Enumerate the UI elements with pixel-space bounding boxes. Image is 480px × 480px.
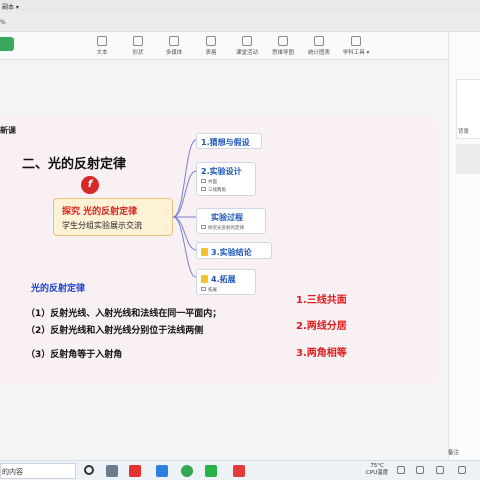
notes-label[interactable]: 备注: [448, 448, 459, 456]
tray-icon[interactable]: [458, 466, 466, 474]
insert-button[interactable]: [0, 37, 14, 51]
toolbar-label: 统计图表: [307, 50, 330, 56]
connector-5: [172, 216, 197, 278]
toolbar-shape-button[interactable]: 形状: [118, 36, 158, 56]
background-swatch[interactable]: [456, 144, 480, 174]
subject-tools-icon: [351, 36, 361, 46]
mindmap-center-node[interactable]: 探究 光的反射定律 学生分组实验展示交流: [53, 198, 173, 236]
mindmap-node-hypothesis[interactable]: 1.猜想与假设: [196, 133, 262, 149]
tray-icon[interactable]: [397, 466, 405, 474]
toolbar-label: 思维导图: [271, 50, 294, 56]
table-icon: [206, 36, 216, 46]
node-title: 2.实验设计: [201, 167, 242, 176]
toolbar-label: 表格: [205, 50, 217, 56]
slide[interactable]: 新课 二、光的反射定律 f 探究 光的反射定律 学生分组实验展示交流 1.猜想与…: [0, 117, 440, 385]
chart-icon: [314, 36, 324, 46]
node-sub-item: 拓展: [201, 287, 255, 293]
connector-1: [172, 139, 197, 218]
node-sub-item: 探究光反射的定律: [201, 225, 265, 231]
right-properties-panel: 背景: [448, 32, 480, 460]
media-icon: [169, 36, 179, 46]
document-icon: [201, 248, 208, 256]
summary-line-1: 1.三线共面: [296, 295, 347, 306]
editor-canvas: 新课 二、光的反射定律 f 探究 光的反射定律 学生分组实验展示交流 1.猜想与…: [0, 60, 448, 460]
mindmap-node-conclusion[interactable]: 3.实验结论: [196, 242, 272, 259]
link-icon: [201, 179, 206, 183]
summary-line-3: 3.两角相等: [296, 348, 347, 359]
recorder-icon[interactable]: [233, 465, 245, 477]
mindmap-icon: [278, 36, 288, 46]
ribbon-toolbar: 文本 形状 多媒体 表格 课堂活动 思维导图 统计图表 学科工具 ▾: [0, 32, 448, 60]
node-sub-text: 三线两角: [208, 188, 226, 193]
wechat-icon[interactable]: [205, 465, 217, 477]
node-title: 1.猜想与假设: [201, 138, 250, 147]
mindmap-node-process[interactable]: 实验过程 探究光反射的定律: [196, 208, 266, 234]
law-line-2: （2）反射光线和入射光线分别位于法线两侧: [26, 326, 204, 336]
node-sub-text: 共面: [208, 180, 217, 185]
shape-icon: [133, 36, 143, 46]
link-icon: [201, 187, 206, 191]
toolbar-subject-tools-button[interactable]: 学科工具 ▾: [336, 36, 376, 56]
toolbar-label: 课堂活动: [235, 50, 258, 56]
cpu-temp-widget[interactable]: 75°C CPU温度: [363, 463, 391, 477]
task-view-icon[interactable]: [84, 465, 94, 475]
center-node-title: 探究 光的反射定律: [62, 207, 138, 217]
document-icon: [201, 275, 208, 283]
toolbar-media-button[interactable]: 多媒体: [154, 36, 194, 56]
node-sub-item: 三线两角: [201, 187, 255, 193]
wps-icon[interactable]: [129, 465, 141, 477]
text-icon: [97, 36, 107, 46]
window-title[interactable]: 副本 ▾: [2, 2, 19, 11]
section-title: 新课: [0, 126, 16, 135]
link-icon: [201, 225, 206, 229]
browser-icon[interactable]: [181, 465, 193, 477]
tab-bar: %: [0, 14, 480, 32]
law-line-1: （1）反射光线、入射光线和法线在同一平面内；: [26, 309, 222, 319]
taskbar-app-icon[interactable]: [106, 465, 118, 477]
node-title: 3.实验结论: [211, 248, 252, 257]
node-title-row: 3.实验结论: [201, 247, 271, 258]
taskbar-search-input[interactable]: 的内容: [0, 463, 76, 479]
summary-line-2: 2.两线分居: [296, 321, 347, 332]
flash-icon[interactable]: f: [81, 176, 99, 194]
main-title: 二、光的反射定律: [22, 157, 127, 172]
mindmap-node-extension[interactable]: 4.拓展 拓展: [196, 269, 256, 295]
mindmap-node-design[interactable]: 2.实验设计 共面 三线两角: [196, 162, 256, 196]
node-sub-item: 共面: [201, 179, 255, 185]
tab-fragment[interactable]: %: [0, 19, 6, 26]
node-sub-text: 拓展: [208, 288, 217, 293]
toolbar-label: 多媒体: [165, 50, 183, 56]
toolbar-table-button[interactable]: 表格: [191, 36, 231, 56]
node-title: 实验过程: [211, 213, 243, 222]
toolbar-chart-button[interactable]: 统计图表: [299, 36, 339, 56]
node-sub-text: 探究光反射的定律: [208, 226, 244, 231]
node-title: 4.拓展: [211, 275, 236, 284]
law-title: 光的反射定律: [31, 284, 86, 294]
taskbar: 的内容 75°C CPU温度: [0, 460, 480, 480]
toolbar-label: 文本: [96, 50, 108, 56]
activity-icon: [242, 36, 252, 46]
tray-icon[interactable]: [436, 466, 444, 474]
toolbar-mindmap-button[interactable]: 思维导图: [263, 36, 303, 56]
toolbar-text-button[interactable]: 文本: [82, 36, 122, 56]
center-node-subtitle: 学生分组实验展示交流: [62, 221, 142, 230]
toolbar-label: 学科工具 ▾: [342, 50, 370, 56]
cpu-temp-label: CPU温度: [365, 470, 389, 476]
title-bar: 副本 ▾: [0, 0, 480, 14]
background-label: 背景: [458, 129, 470, 135]
law-line-3: （3）反射角等于入射角: [26, 350, 123, 360]
toolbar-label: 形状: [132, 50, 144, 56]
node-title-row: 4.拓展: [201, 274, 255, 285]
tray-icon[interactable]: [416, 466, 424, 474]
link-icon: [201, 287, 206, 291]
folder-icon[interactable]: [156, 465, 168, 477]
cpu-temp-value: 75°C: [370, 463, 384, 469]
toolbar-activity-button[interactable]: 课堂活动: [227, 36, 267, 56]
